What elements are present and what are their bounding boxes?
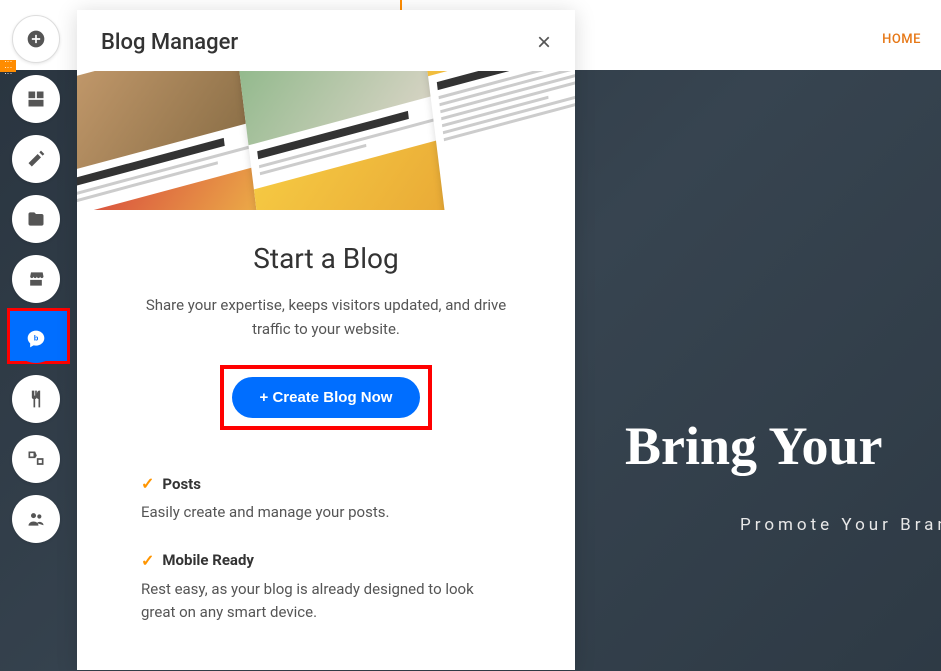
blog-manager-modal: Blog Manager × Start a Blog Share your e… xyxy=(77,10,575,670)
translate-icon xyxy=(26,449,46,469)
translate-button[interactable] xyxy=(12,435,60,483)
design-icon xyxy=(26,149,46,169)
hero-title: Bring Your xyxy=(625,415,883,477)
check-icon: ✓ xyxy=(141,474,154,493)
users-icon xyxy=(26,509,46,529)
ruler-mark xyxy=(400,0,402,10)
mock-blog-preview xyxy=(232,71,457,210)
close-icon: × xyxy=(537,29,551,56)
feature-name: Posts xyxy=(162,475,201,493)
plus-icon xyxy=(26,29,46,49)
check-icon: ✓ xyxy=(141,551,154,570)
create-button-highlight: + Create Blog Now xyxy=(220,365,433,430)
users-button[interactable] xyxy=(12,495,60,543)
modal-hero-image xyxy=(77,71,575,210)
feature-title-row: ✓ Posts xyxy=(141,474,511,493)
store-icon xyxy=(26,269,46,289)
feature-description: Easily create and manage your posts. xyxy=(141,501,511,524)
layout-icon xyxy=(26,89,46,109)
blog-icon: b xyxy=(26,329,46,349)
feature-name: Mobile Ready xyxy=(162,551,254,569)
store-button[interactable] xyxy=(12,255,60,303)
features-list: ✓ Posts Easily create and manage your po… xyxy=(77,450,575,670)
blog-heading: Start a Blog xyxy=(137,242,515,275)
add-button[interactable] xyxy=(12,15,60,63)
blog-button[interactable]: b xyxy=(12,315,60,363)
modal-body: Start a Blog Share your expertise, keeps… xyxy=(77,210,575,450)
nav-home-link[interactable]: HOME xyxy=(882,32,921,47)
layout-button[interactable] xyxy=(12,75,60,123)
sidebar: b xyxy=(12,15,60,543)
pages-button[interactable] xyxy=(12,195,60,243)
modal-title: Blog Manager xyxy=(101,30,238,55)
feature-item: ✓ Mobile Ready Rest easy, as your blog i… xyxy=(141,551,511,625)
feature-description: Rest easy, as your blog is already desig… xyxy=(141,578,511,625)
design-button[interactable] xyxy=(12,135,60,183)
svg-text:b: b xyxy=(34,334,39,343)
folder-icon xyxy=(26,209,46,229)
restaurant-button[interactable] xyxy=(12,375,60,423)
blog-description: Share your expertise, keeps visitors upd… xyxy=(137,293,515,341)
close-button[interactable]: × xyxy=(537,31,551,55)
modal-header: Blog Manager × xyxy=(77,10,575,71)
feature-item: ✓ Posts Easily create and manage your po… xyxy=(141,474,511,524)
top-nav: HOME xyxy=(882,28,921,47)
create-blog-button[interactable]: + Create Blog Now xyxy=(232,377,421,418)
feature-title-row: ✓ Mobile Ready xyxy=(141,551,511,570)
hero-subtitle: Promote Your Bran xyxy=(740,515,941,535)
utensils-icon xyxy=(26,389,46,409)
